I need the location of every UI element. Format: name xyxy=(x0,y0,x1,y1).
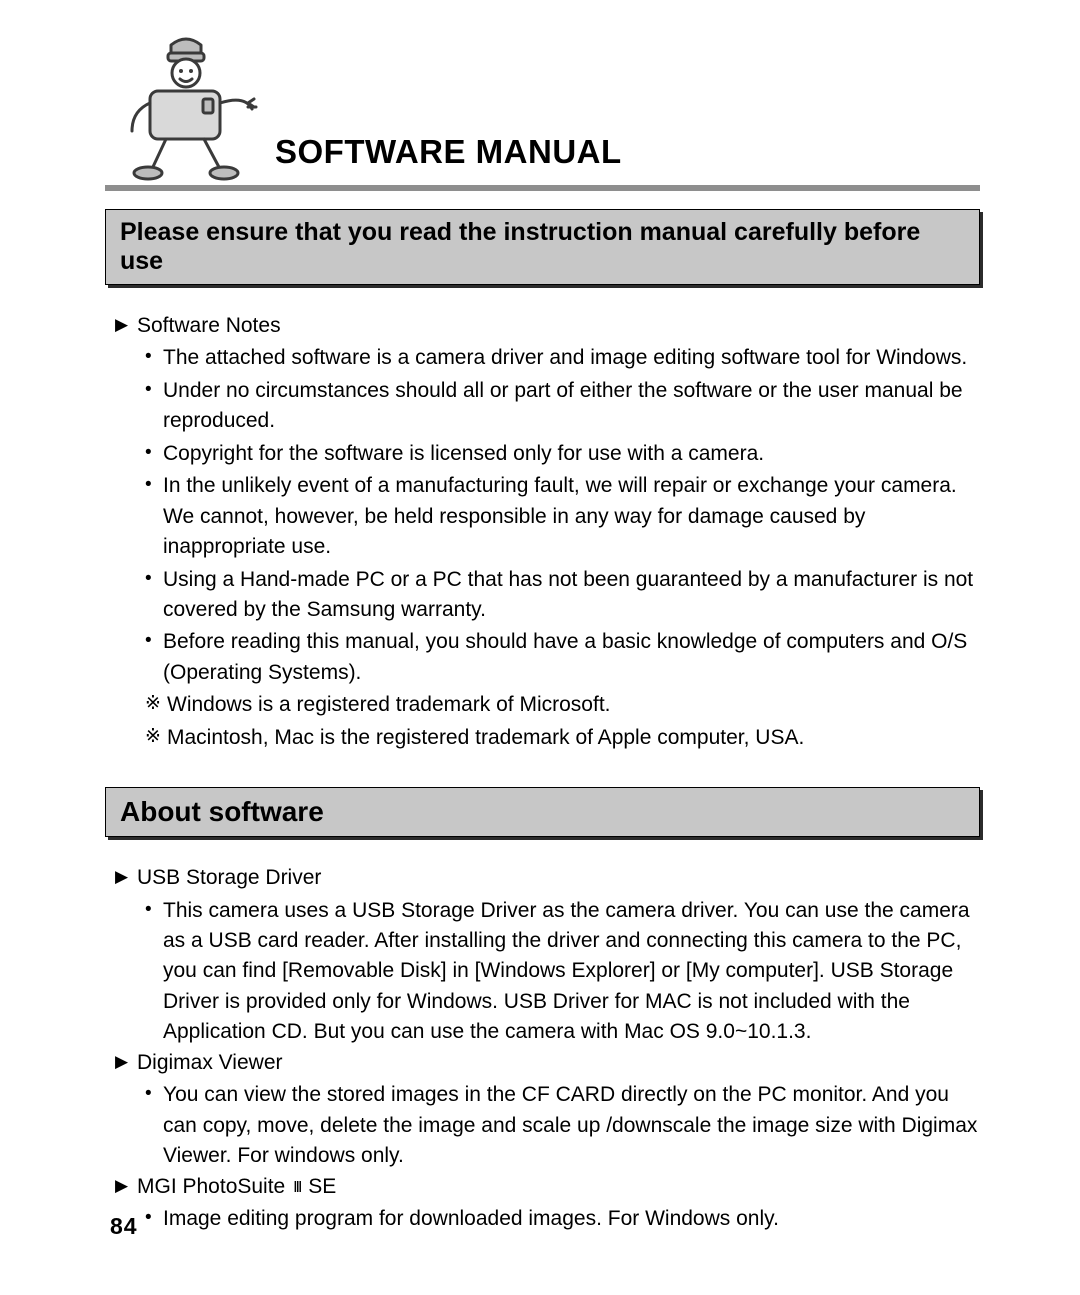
bullet-icon: • xyxy=(145,376,163,437)
bullet-icon: • xyxy=(145,1080,163,1171)
page-title: SOFTWARE MANUAL xyxy=(275,133,622,171)
pointer-icon: ▶ xyxy=(115,1172,137,1202)
pointer-icon: ▶ xyxy=(115,311,137,341)
note-item: Under no circumstances should all or par… xyxy=(163,376,980,437)
roman-numeral: III xyxy=(291,1176,302,1199)
section-title-about-software: About software xyxy=(105,787,980,837)
reference-mark-icon: ※ xyxy=(145,690,167,720)
bullet-icon: • xyxy=(145,627,163,688)
item-heading: MGI PhotoSuite III SE xyxy=(137,1172,980,1202)
bullet-icon: • xyxy=(145,896,163,1048)
page-number: 84 xyxy=(110,1213,138,1240)
item-heading: USB Storage Driver xyxy=(137,863,980,893)
manual-page: SOFTWARE MANUAL Please ensure that you r… xyxy=(0,0,1080,1295)
item-heading: Digimax Viewer xyxy=(137,1048,980,1078)
trademark-note: Windows is a registered trademark of Mic… xyxy=(167,690,980,720)
note-item: Using a Hand-made PC or a PC that has no… xyxy=(163,565,980,626)
section-about-software: ▶ USB Storage Driver • This camera uses … xyxy=(105,863,980,1234)
mascot-icon xyxy=(108,33,268,183)
pointer-icon: ▶ xyxy=(115,1048,137,1078)
item-body: You can view the stored images in the CF… xyxy=(163,1080,980,1171)
reference-mark-icon: ※ xyxy=(145,723,167,753)
section1-heading: Software Notes xyxy=(137,311,980,341)
section-software-notes: ▶ Software Notes • The attached software… xyxy=(105,311,980,753)
note-item: Copyright for the software is licensed o… xyxy=(163,439,980,469)
note-item: In the unlikely event of a manufacturing… xyxy=(163,471,980,562)
bullet-icon: • xyxy=(145,1204,163,1234)
note-item: The attached software is a camera driver… xyxy=(163,343,980,373)
item-body: Image editing program for downloaded ima… xyxy=(163,1204,980,1234)
bullet-icon: • xyxy=(145,471,163,562)
pointer-icon: ▶ xyxy=(115,863,137,893)
item-body: This camera uses a USB Storage Driver as… xyxy=(163,896,980,1048)
note-item: Before reading this manual, you should h… xyxy=(163,627,980,688)
bullet-icon: • xyxy=(145,565,163,626)
warning-banner: Please ensure that you read the instruct… xyxy=(105,209,980,285)
bullet-icon: • xyxy=(145,439,163,469)
trademark-note: Macintosh, Mac is the registered tradema… xyxy=(167,723,980,753)
page-header: SOFTWARE MANUAL xyxy=(105,35,980,191)
bullet-icon: • xyxy=(145,343,163,373)
